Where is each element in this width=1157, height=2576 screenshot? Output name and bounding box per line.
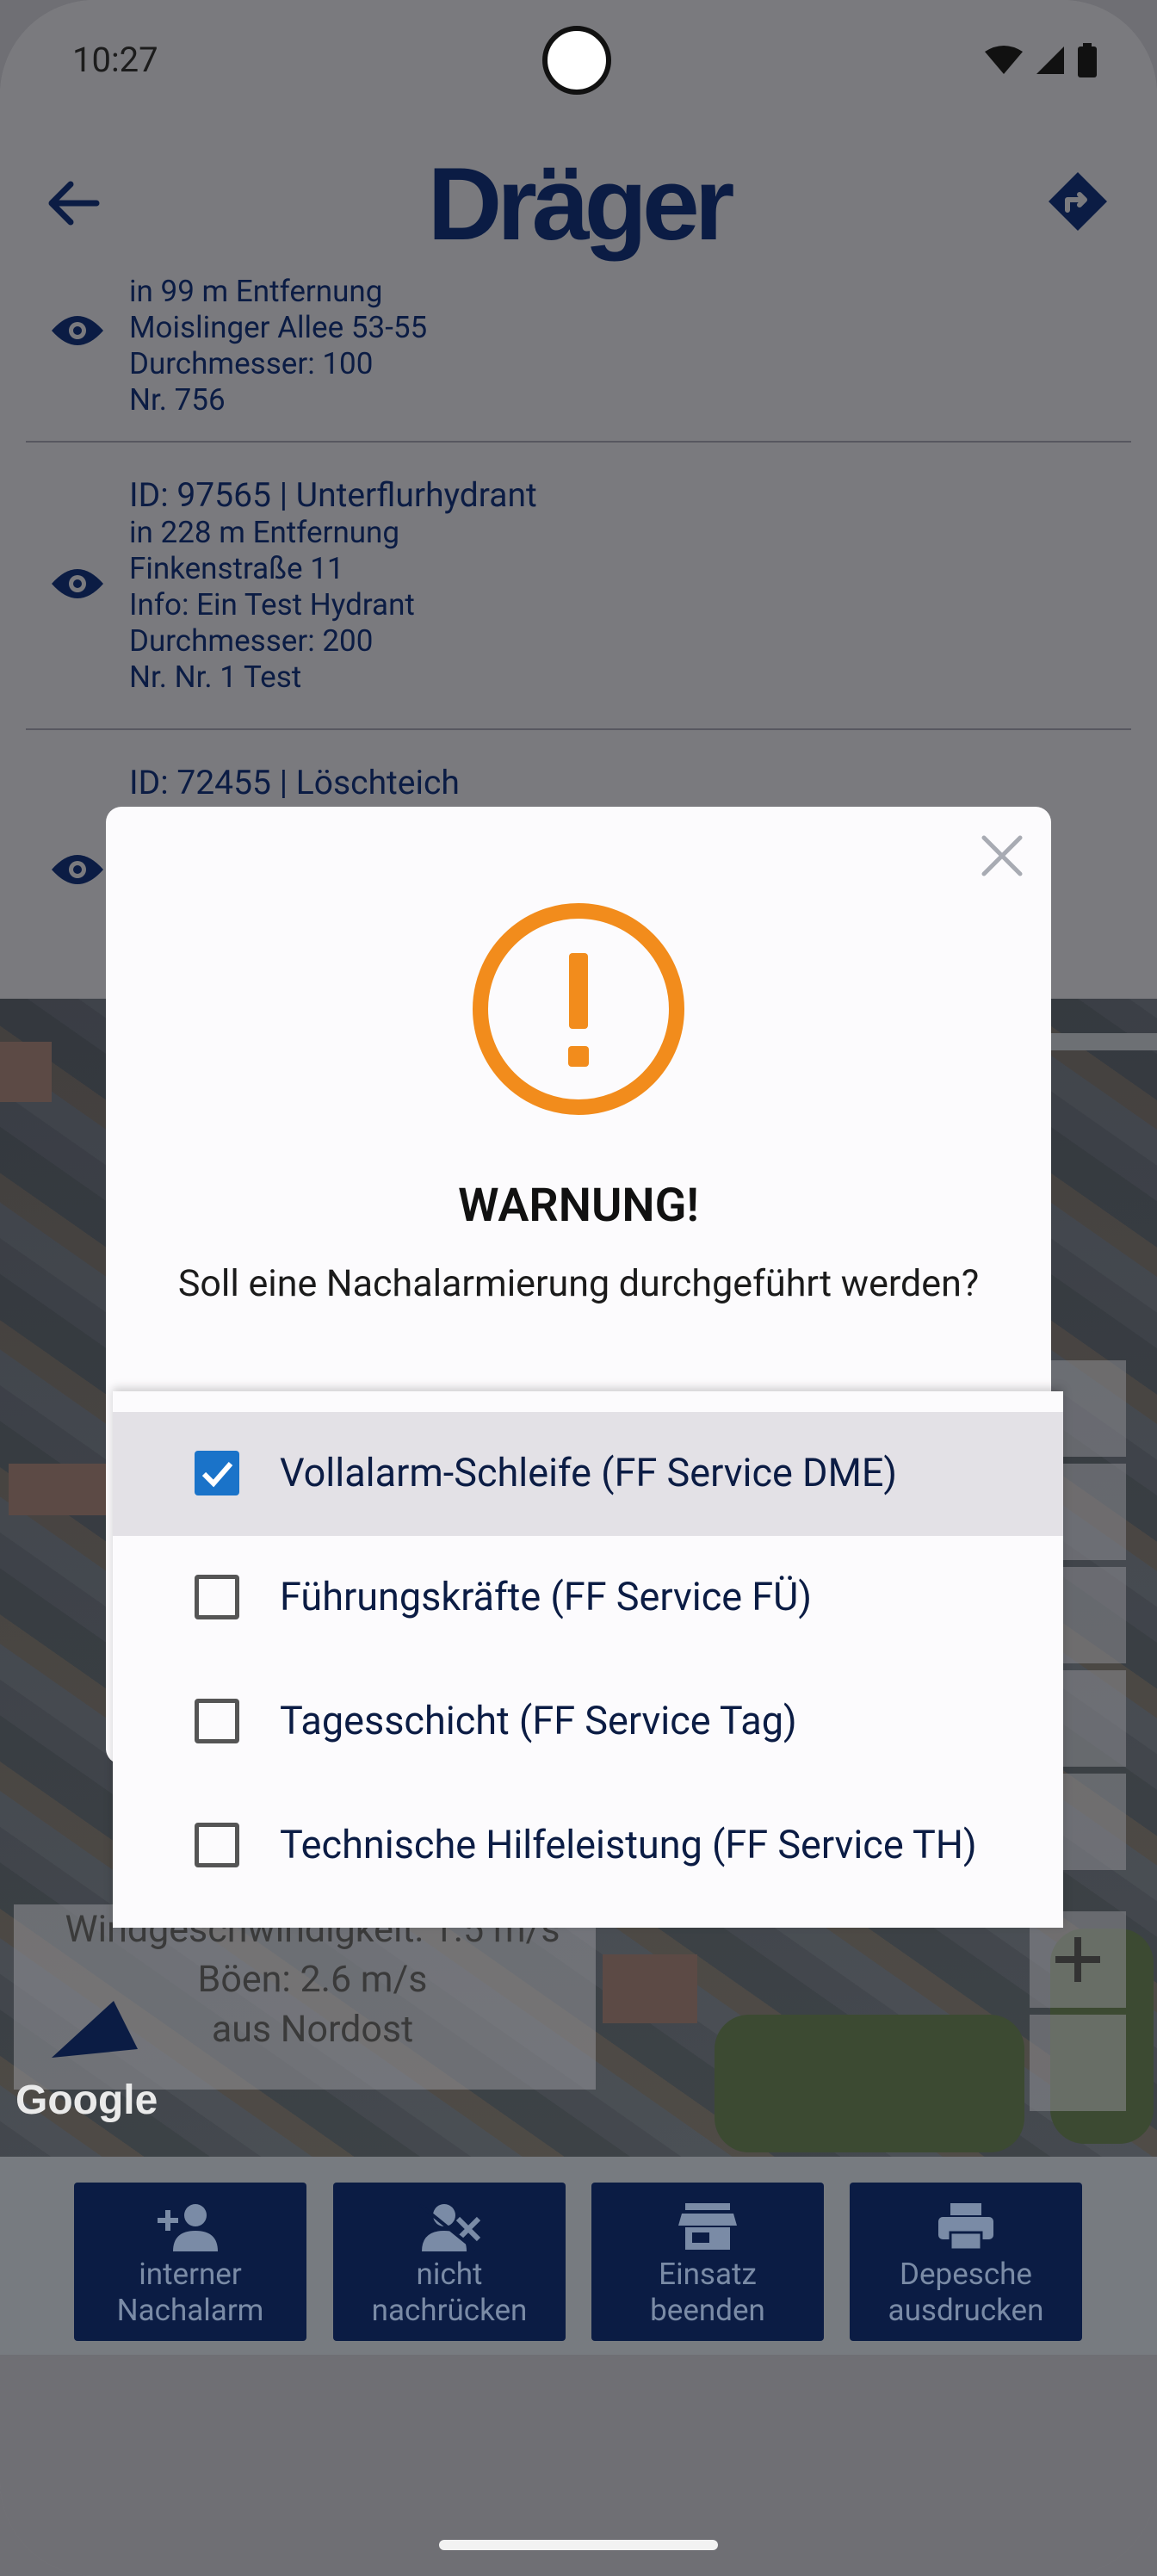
print-dispatch-button[interactable]: Depesche ausdrucken	[850, 2183, 1082, 2341]
option-vollalarm[interactable]: Vollalarm-Schleife (FF Service DME)	[113, 1412, 1063, 1536]
hydrant-diameter: Durchmesser: 200	[129, 623, 374, 659]
printer-icon	[938, 2203, 993, 2251]
list-item[interactable]: ID: 97565 | Unterflurhydrant in 228 m En…	[26, 441, 1131, 730]
signal-icon	[1036, 46, 1064, 74]
action-bar: interner Nachalarm nicht nachrücken Eins…	[0, 2157, 1157, 2355]
hydrant-diameter: Durchmesser: 100	[129, 346, 374, 381]
hydrant-info: Info: Ein Test Hydrant	[129, 587, 415, 622]
person-off-icon	[418, 2203, 481, 2251]
status-time: 10:27	[72, 40, 158, 80]
wind-panel: Windgeschwindigkeit: 1.5 m/s Böen: 2.6 m…	[14, 1904, 596, 2090]
hydrant-number: Nr. 756	[129, 382, 226, 418]
button-label: interner	[139, 2257, 242, 2292]
map-trees	[715, 2015, 1024, 2152]
checkbox[interactable]	[195, 1699, 239, 1743]
wifi-icon	[985, 46, 1023, 74]
person-add-icon	[158, 2204, 218, 2251]
phone-screen: 10:27 Dräger in 99 m Entfernung Moisling…	[0, 0, 1157, 2576]
status-bar: 10:27	[0, 0, 1157, 129]
directions-icon[interactable]	[1047, 170, 1109, 232]
end-mission-button[interactable]: Einsatz beenden	[591, 2183, 824, 2341]
check-icon	[201, 1462, 233, 1488]
hydrant-distance: in 99 m Entfernung	[129, 276, 383, 309]
status-icons	[985, 43, 1097, 77]
google-attribution: Google	[15, 2078, 158, 2123]
checkbox[interactable]	[195, 1575, 239, 1619]
button-label: ausdrucken	[888, 2293, 1044, 2328]
option-technische-hilfeleistung[interactable]: Technische Hilfeleistung (FF Service TH)	[113, 1784, 1063, 1908]
alarm-group-dropdown: Vollalarm-Schleife (FF Service DME) Führ…	[113, 1391, 1063, 1928]
internal-alarm-button[interactable]: interner Nachalarm	[74, 2183, 306, 2341]
eye-icon[interactable]	[50, 313, 105, 348]
hydrant-title: ID: 72455 | Löschteich	[129, 763, 460, 802]
button-label: beenden	[650, 2293, 765, 2328]
checkbox[interactable]	[195, 1451, 239, 1495]
map-building	[0, 1042, 52, 1102]
hydrant-distance: in 228 m Entfernung	[129, 515, 400, 550]
button-label: Einsatz	[659, 2257, 757, 2292]
checkbox[interactable]	[195, 1823, 239, 1867]
warning-icon	[473, 903, 684, 1115]
battery-icon	[1078, 43, 1097, 77]
wind-direction: aus Nordost	[211, 2008, 414, 2051]
option-label: Technische Hilfeleistung (FF Service TH)	[280, 1822, 977, 1867]
eye-icon[interactable]	[50, 852, 105, 887]
eye-icon[interactable]	[50, 567, 105, 601]
button-label: nachrücken	[371, 2293, 528, 2328]
option-fuehrungskraefte[interactable]: Führungskräfte (FF Service FÜ)	[113, 1536, 1063, 1660]
list-item[interactable]: in 99 m Entfernung Moislinger Allee 53-5…	[26, 276, 1131, 443]
hydrant-number: Nr. Nr. 1 Test	[129, 659, 302, 695]
map-road	[1042, 1033, 1157, 1050]
hydrant-address: Moislinger Allee 53-55	[129, 310, 428, 345]
map-building	[603, 1954, 697, 2023]
option-label: Führungskräfte (FF Service FÜ)	[280, 1574, 813, 1619]
not-responding-button[interactable]: nicht nachrücken	[333, 2183, 566, 2341]
hydrant-title: ID: 97565 | Unterflurhydrant	[129, 475, 537, 515]
option-label: Vollalarm-Schleife (FF Service DME)	[280, 1450, 898, 1495]
dialog-message: Soll eine Nachalarmierung durchgeführt w…	[177, 1262, 980, 1305]
dialog-title: WARNUNG!	[458, 1179, 699, 1233]
home-indicator[interactable]	[439, 2540, 718, 2550]
option-label: Tagesschicht (FF Service Tag)	[280, 1698, 797, 1743]
drager-logo: Dräger	[427, 146, 735, 262]
button-label: Nachalarm	[116, 2293, 264, 2328]
button-label: Depesche	[900, 2257, 1032, 2292]
button-label: nicht	[416, 2257, 483, 2292]
zoom-out-button[interactable]	[1030, 2015, 1126, 2111]
store-icon	[678, 2203, 737, 2250]
option-tagesschicht[interactable]: Tagesschicht (FF Service Tag)	[113, 1660, 1063, 1784]
hydrant-address: Finkenstraße 11	[129, 551, 344, 586]
app-header: Dräger	[0, 129, 1157, 276]
close-icon[interactable]	[979, 833, 1025, 879]
wind-gusts: Böen: 2.6 m/s	[197, 1958, 428, 2001]
camera-cutout	[542, 26, 611, 95]
